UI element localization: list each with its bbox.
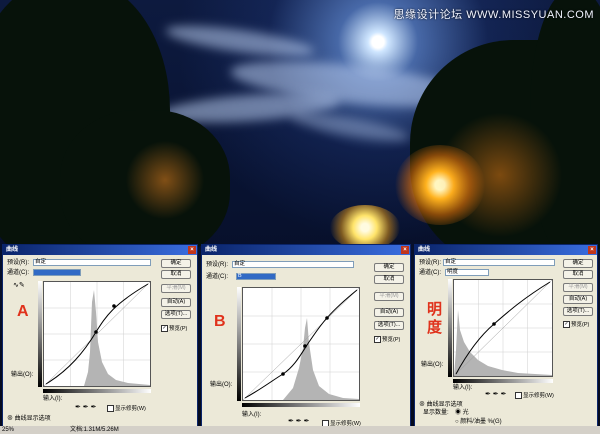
show-clipping-label: 显示修剪(W) bbox=[523, 393, 554, 399]
input-gradient-bar bbox=[43, 389, 151, 393]
tree-foliage-light bbox=[430, 110, 570, 240]
channel-label: 通道(C): bbox=[419, 270, 441, 276]
ok-button[interactable]: 确定 bbox=[161, 259, 191, 268]
show-amount-label: 显示数量: bbox=[423, 410, 449, 416]
eyedropper-icons[interactable]: ✒ ✒ ✒ bbox=[288, 417, 310, 425]
preview-label: 预览(P) bbox=[571, 322, 590, 328]
curve-graph-svg bbox=[454, 280, 552, 376]
zoom-level[interactable]: 25% bbox=[2, 427, 14, 433]
channel-label: 通道(C): bbox=[206, 274, 228, 280]
show-clipping-checkbox[interactable]: 显示修剪(W) bbox=[515, 391, 554, 400]
curve-options-label: 曲线显示选项 bbox=[14, 416, 51, 422]
output-gradient-bar bbox=[38, 281, 42, 387]
watermark: 思缘设计论坛 WWW.MISSYUAN.COM bbox=[393, 9, 594, 21]
annotation-a: A bbox=[17, 303, 29, 320]
curve-control-point[interactable] bbox=[94, 330, 98, 334]
curve-options-toggle[interactable]: ⊗ 曲线显示选项 bbox=[7, 415, 51, 423]
input-gradient-bar bbox=[242, 403, 360, 407]
title-bar: 曲线 × bbox=[202, 245, 410, 255]
output-gradient-bar bbox=[448, 279, 452, 377]
curve-control-point[interactable] bbox=[325, 316, 329, 320]
output-label: 输出(O): bbox=[421, 362, 444, 368]
input-label: 输入(I): bbox=[43, 396, 63, 402]
options-button[interactable]: 选项(T)... bbox=[161, 310, 191, 319]
preview-checkbox[interactable]: ✓ 预览(P) bbox=[374, 335, 401, 344]
dialog-title: 曲线 bbox=[418, 247, 431, 253]
auto-button[interactable]: 自动(A) bbox=[563, 295, 593, 304]
annotation-b: B bbox=[214, 313, 226, 330]
preset-select[interactable]: 自定 bbox=[33, 259, 151, 266]
preview-checkbox[interactable]: ✓ 预览(P) bbox=[563, 320, 590, 329]
smooth-button[interactable]: 平滑(M) bbox=[161, 284, 191, 293]
curve-control-point[interactable] bbox=[492, 322, 496, 326]
close-icon[interactable]: × bbox=[401, 246, 409, 254]
curve-graph[interactable] bbox=[43, 281, 151, 387]
curve-graph-svg bbox=[44, 282, 150, 386]
ok-button[interactable]: 确定 bbox=[374, 263, 404, 272]
title-bar: 曲线 × bbox=[415, 245, 597, 255]
channel-select[interactable] bbox=[33, 269, 81, 276]
eyedropper-icons[interactable]: ✒ ✒ ✒ bbox=[75, 403, 97, 411]
output-gradient-bar bbox=[237, 287, 241, 401]
cancel-button[interactable]: 取消 bbox=[161, 270, 191, 279]
pigment-radio[interactable]: ○ 颜料/油墨 %(G) bbox=[455, 418, 502, 426]
input-gradient-bar bbox=[453, 379, 553, 383]
preview-label: 预览(P) bbox=[382, 337, 401, 343]
close-icon[interactable]: × bbox=[588, 246, 596, 254]
channel-label: 通道(C): bbox=[7, 270, 29, 276]
curves-dialog-b: 曲线 × 预设(R): 自定 通道(C): B 输出(O): 输入(I): ✒ ✒… bbox=[201, 244, 411, 430]
curve-graph[interactable] bbox=[453, 279, 553, 377]
show-clipping-checkbox[interactable]: 显示修剪(W) bbox=[107, 404, 146, 413]
preset-select[interactable]: 自定 bbox=[232, 261, 354, 268]
preset-select[interactable]: 自定 bbox=[443, 259, 555, 266]
preset-label: 预设(R): bbox=[7, 260, 29, 266]
document-size: 文档:1.31M/5.26M bbox=[70, 427, 119, 433]
eyedropper-icons[interactable]: ✒ ✒ ✒ bbox=[485, 390, 507, 398]
show-clipping-label: 显示修剪(W) bbox=[115, 406, 146, 412]
preset-label: 预设(R): bbox=[419, 260, 441, 266]
input-label: 输入(I): bbox=[242, 412, 262, 418]
annotation-luminance: 明度 bbox=[427, 301, 443, 336]
smooth-button[interactable]: 平滑(M) bbox=[563, 283, 593, 292]
channel-select[interactable]: B bbox=[236, 273, 276, 280]
channel-select[interactable]: 明度 bbox=[445, 269, 489, 276]
pigment-option-label: 颜料/油墨 %(G) bbox=[460, 419, 502, 425]
ok-button[interactable]: 确定 bbox=[563, 259, 593, 268]
cancel-button[interactable]: 取消 bbox=[374, 275, 404, 284]
preset-label: 预设(R): bbox=[206, 262, 228, 268]
histogram bbox=[84, 290, 150, 386]
smooth-button[interactable]: 平滑(M) bbox=[374, 292, 404, 301]
output-label: 输出(O): bbox=[210, 382, 233, 388]
light-option-label: 光 bbox=[462, 410, 469, 416]
auto-button[interactable]: 自动(A) bbox=[374, 308, 404, 317]
cancel-button[interactable]: 取消 bbox=[563, 270, 593, 279]
curve-graph-svg bbox=[243, 288, 359, 400]
close-icon[interactable]: × bbox=[188, 246, 196, 254]
curve-control-point[interactable] bbox=[281, 372, 285, 376]
options-button[interactable]: 选项(T)... bbox=[563, 307, 593, 316]
curve-point-tool-icon[interactable]: ∿✎ bbox=[13, 281, 25, 289]
output-label: 输出(O): bbox=[11, 372, 34, 378]
curves-dialog-luminance: 曲线 × 预设(R): 自定 通道(C): 明度 输出(O): 输入(I): ✒ … bbox=[414, 244, 598, 430]
dialog-title: 曲线 bbox=[6, 247, 19, 253]
curve-control-point[interactable] bbox=[303, 344, 307, 348]
title-bar: 曲线 × bbox=[3, 245, 197, 255]
curve-graph[interactable] bbox=[242, 287, 360, 401]
options-button[interactable]: 选项(T)... bbox=[374, 321, 404, 330]
preview-label: 预览(P) bbox=[169, 326, 188, 332]
dialog-title: 曲线 bbox=[205, 247, 218, 253]
canvas: 思缘设计论坛 WWW.MISSYUAN.COM 曲线 × 预设(R): 自定 通道… bbox=[0, 0, 600, 434]
curve-options-toggle[interactable]: ⊗ 曲线显示选项 bbox=[419, 401, 463, 409]
status-bar: 25% 文档:1.31M/5.26M bbox=[0, 426, 600, 434]
input-label: 输入(I): bbox=[453, 385, 473, 391]
tree-foliage-light bbox=[120, 140, 210, 220]
curves-dialog-a: 曲线 × 预设(R): 自定 通道(C): ∿✎ 输出(O): 输入(I): ✒ … bbox=[2, 244, 198, 430]
curve-options-label: 曲线显示选项 bbox=[426, 402, 463, 408]
light-radio[interactable]: ◉ 光 bbox=[455, 409, 469, 417]
auto-button[interactable]: 自动(A) bbox=[161, 298, 191, 307]
preview-checkbox[interactable]: ✓ 预览(P) bbox=[161, 324, 188, 333]
curve-control-point[interactable] bbox=[112, 304, 116, 308]
histogram bbox=[283, 318, 359, 400]
